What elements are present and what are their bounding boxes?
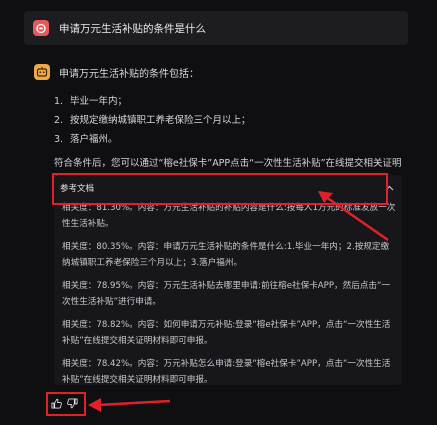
list-item: 3. 落户福州。 — [54, 130, 406, 149]
thumbs-up-icon[interactable] — [50, 396, 62, 410]
list-number: 3. — [54, 134, 64, 145]
answer-header: 申请万元生活补贴的条件包括： — [34, 64, 406, 80]
reference-item: 相关度：81.30%。内容：万元生活补贴的补贴内容是什么:按每人1万元的标准发放… — [62, 203, 396, 229]
conditions-list: 1. 毕业一年内； 2. 按规定缴纳城镇职工养老保险三个月以上； 3. 落户福州… — [54, 92, 406, 149]
thumbs-down-icon[interactable] — [66, 396, 78, 410]
user-question-bar: 申请万元生活补贴的条件是什么 — [24, 11, 408, 45]
bot-answer: 申请万元生活补贴的条件包括： 1. 毕业一年内； 2. 按规定缴纳城镇职工养老保… — [34, 64, 406, 188]
list-number: 2. — [54, 115, 64, 126]
reference-item: 相关度：78.82%。内容：如何申请万元补贴:登录“榕e社保卡”APP，点击“一… — [62, 320, 391, 346]
answer-intro: 申请万元生活补贴的条件包括： — [59, 68, 199, 80]
user-avatar-icon — [33, 20, 49, 36]
reference-item: 相关度：78.95%。内容：万元生活补贴去哪里申请:前往榕e社保卡APP，然后点… — [62, 281, 391, 307]
chevron-up-icon[interactable] — [384, 183, 394, 193]
list-item: 2. 按规定缴纳城镇职工养老保险三个月以上； — [54, 111, 406, 130]
list-text: 毕业一年内； — [70, 96, 128, 107]
list-item: 1. 毕业一年内； — [54, 92, 406, 111]
list-number: 1. — [54, 96, 64, 107]
reference-panel: 参考文档 相关度：81.30%。内容：万元生活补贴的补贴内容是什么:按每人1万元… — [54, 175, 402, 385]
reference-panel-title: 参考文档 — [60, 184, 95, 194]
question-text: 申请万元生活补贴的条件是什么 — [59, 22, 206, 35]
list-text: 落户福州。 — [70, 134, 118, 145]
chat-page: 申请万元生活补贴的条件是什么 申请万元生活补贴的条件包括： 1. 毕业一年内； … — [0, 0, 437, 425]
bot-avatar-icon — [34, 64, 50, 80]
reference-panel-header[interactable]: 参考文档 — [54, 175, 402, 201]
list-text: 按规定缴纳城镇职工养老保险三个月以上； — [70, 115, 251, 126]
reference-item: 相关度：78.42%。内容：万元补贴怎么申请:登录“榕e社保卡”APP，点击“一… — [62, 359, 391, 385]
reference-item: 相关度：80.35%。内容：申请万元生活补贴的条件是什么:1.毕业一年内；2.按… — [62, 242, 390, 268]
feedback-buttons — [50, 396, 78, 410]
